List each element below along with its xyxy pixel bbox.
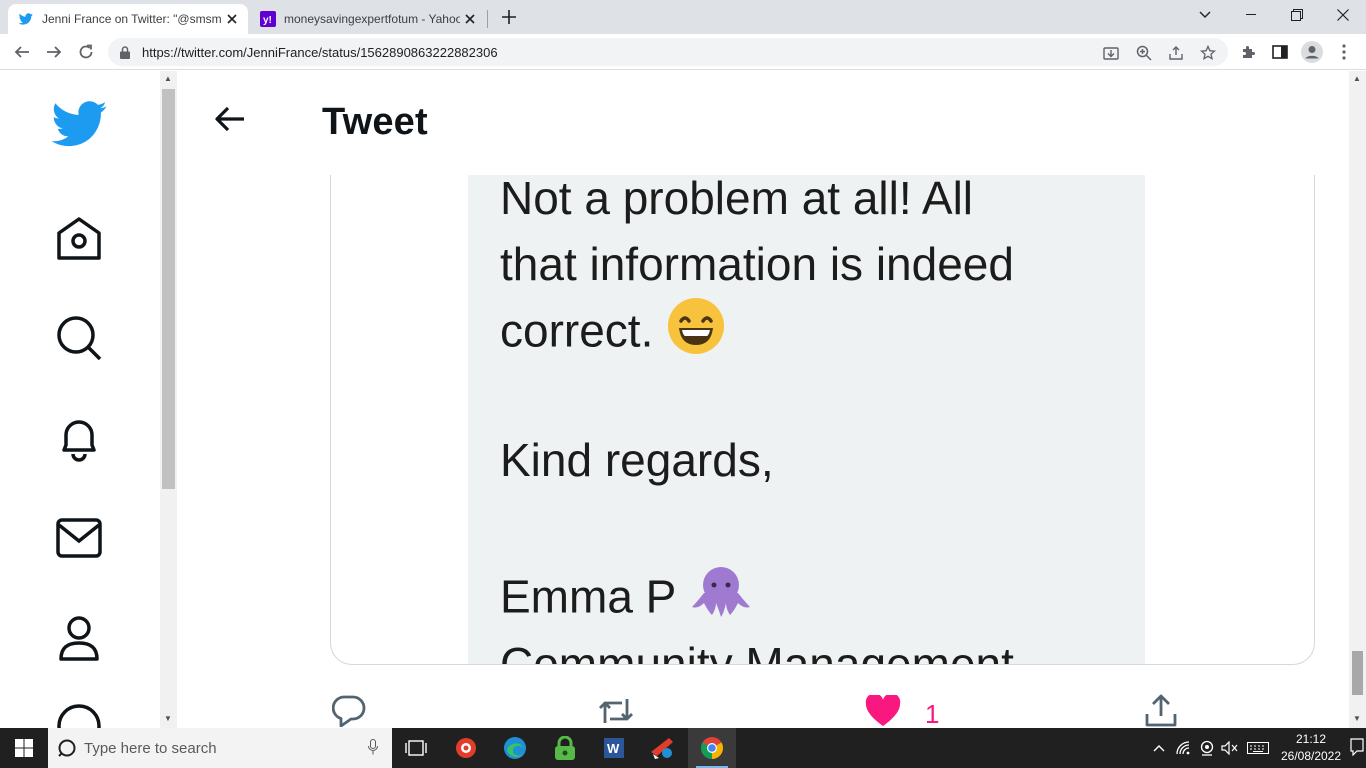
new-tab-icon[interactable] — [498, 6, 520, 28]
yahoo-favicon-icon: y! — [260, 11, 276, 27]
tab-yahoo[interactable]: y! moneysavingexpertfotum - Yahoo — [250, 4, 486, 34]
scroll-down-arrow-icon[interactable]: ▼ — [1353, 714, 1361, 723]
svg-text:W: W — [607, 741, 620, 756]
home-icon[interactable] — [52, 211, 106, 265]
clock-time: 21:12 — [1295, 732, 1327, 746]
edge-app-icon[interactable] — [491, 728, 539, 768]
word-app-icon[interactable]: W — [590, 728, 638, 768]
lock-icon[interactable] — [120, 45, 134, 59]
browser-tab-bar: Jenni France on Twitter: "@smsm y! money… — [0, 0, 1366, 34]
dm-screenshot-bubble: Not a problem at all! All that informati… — [468, 175, 1145, 665]
task-view-icon[interactable] — [392, 728, 440, 768]
twitter-favicon-icon — [18, 11, 34, 27]
close-window-icon[interactable] — [1320, 0, 1366, 30]
twitter-page: ▲ ▼ Not a problem at all! All that infor… — [0, 71, 1349, 728]
install-app-icon[interactable] — [1103, 45, 1119, 61]
like-count: 1 — [925, 699, 940, 728]
notifications-bell-icon[interactable] — [52, 411, 106, 465]
svg-text:y!: y! — [263, 15, 272, 26]
profile-avatar-icon[interactable] — [1300, 40, 1324, 64]
grinning-face-emoji-icon — [667, 297, 725, 372]
tweet-actions-bar: 1 — [177, 681, 1349, 728]
wifi-icon[interactable] — [1175, 739, 1193, 757]
share-tweet-icon[interactable] — [1141, 691, 1181, 728]
tab-title: Jenni France on Twitter: "@smsm — [42, 12, 222, 26]
dm-line-with-emoji: Emma P — [500, 563, 752, 638]
search-icon[interactable] — [52, 311, 106, 365]
tab-separator — [487, 10, 488, 28]
nav-scrollbar[interactable]: ▲ ▼ — [160, 71, 177, 728]
windows-taskbar: Type here to search W 21:12 26/08/2022 — [0, 728, 1366, 768]
zoom-icon[interactable] — [1136, 45, 1152, 61]
close-tab-icon[interactable] — [224, 11, 240, 27]
octopus-emoji-icon — [690, 563, 752, 638]
bookmark-star-icon[interactable] — [1200, 45, 1216, 61]
taskbar-clock[interactable]: 21:12 26/08/2022 — [1276, 731, 1346, 765]
dm-line: that information is indeed — [500, 238, 1014, 290]
vpn-lock-app-icon[interactable] — [541, 728, 589, 768]
page-scrollbar-thumb[interactable] — [1352, 651, 1363, 695]
extensions-icon[interactable] — [1238, 42, 1258, 62]
tab-title: moneysavingexpertfotum - Yahoo — [284, 12, 460, 26]
twitter-logo-icon[interactable] — [50, 97, 110, 151]
reload-icon[interactable] — [72, 38, 100, 66]
keyboard-icon[interactable] — [1246, 739, 1270, 757]
taskbar-search-box[interactable]: Type here to search — [48, 728, 392, 768]
reply-icon[interactable] — [329, 691, 369, 728]
browser-toolbar: https://twitter.com/JenniFrance/status/1… — [0, 34, 1366, 70]
address-bar[interactable]: https://twitter.com/JenniFrance/status/1… — [108, 38, 1228, 66]
dm-line: Community Management — [500, 638, 1014, 665]
speaker-muted-icon[interactable] — [1221, 739, 1239, 757]
dm-line-text: Emma P — [500, 570, 677, 623]
windows-start-icon[interactable] — [0, 728, 48, 768]
left-navigation — [0, 71, 160, 728]
retweet-icon[interactable] — [596, 691, 636, 728]
forward-browser-icon[interactable] — [40, 38, 68, 66]
tab-search-icon[interactable] — [1182, 0, 1228, 30]
close-tab-icon[interactable] — [462, 11, 478, 27]
share-icon[interactable] — [1168, 45, 1184, 61]
back-arrow-icon[interactable] — [212, 101, 248, 137]
nav-scrollbar-thumb[interactable] — [162, 89, 175, 489]
messages-mail-icon[interactable] — [52, 511, 106, 565]
page-title: Tweet — [322, 101, 428, 143]
page-scrollbar[interactable]: ▲ ▼ — [1349, 71, 1366, 728]
ccleaner-app-icon[interactable] — [442, 728, 490, 768]
taskbar-search-placeholder: Type here to search — [84, 739, 217, 757]
more-icon[interactable] — [52, 699, 106, 728]
clock-date: 26/08/2022 — [1280, 749, 1342, 763]
tray-chevron-up-icon[interactable] — [1150, 739, 1168, 757]
vpn-tray-icon[interactable] — [1198, 739, 1216, 757]
chrome-app-icon[interactable] — [688, 728, 736, 768]
scroll-down-arrow-icon[interactable]: ▼ — [164, 714, 172, 723]
microphone-icon[interactable] — [368, 739, 378, 760]
like-heart-icon[interactable] — [863, 691, 903, 728]
notification-center-icon[interactable] — [1350, 738, 1364, 761]
dm-line-with-emoji: correct. — [500, 297, 725, 372]
dm-line-text: correct. — [500, 304, 654, 357]
profile-icon[interactable] — [52, 611, 106, 665]
scroll-up-arrow-icon[interactable]: ▲ — [1353, 74, 1361, 83]
search-icon — [58, 738, 78, 758]
tab-twitter[interactable]: Jenni France on Twitter: "@smsm — [8, 4, 248, 34]
url-text: https://twitter.com/JenniFrance/status/1… — [142, 44, 498, 60]
dm-line: Kind regards, — [500, 434, 774, 486]
chrome-menu-icon[interactable] — [1334, 42, 1354, 62]
dm-line: Not a problem at all! All — [500, 175, 974, 224]
side-panel-icon[interactable] — [1270, 42, 1290, 62]
scroll-up-arrow-icon[interactable]: ▲ — [164, 74, 172, 83]
minimize-icon[interactable] — [1228, 0, 1274, 30]
tweet-media-card[interactable]: Not a problem at all! All that informati… — [330, 175, 1315, 665]
tweet-header: Tweet — [177, 71, 1349, 175]
restore-icon[interactable] — [1274, 0, 1320, 30]
ccleaner-browser-app-icon[interactable] — [638, 728, 686, 768]
back-browser-icon[interactable] — [8, 38, 36, 66]
